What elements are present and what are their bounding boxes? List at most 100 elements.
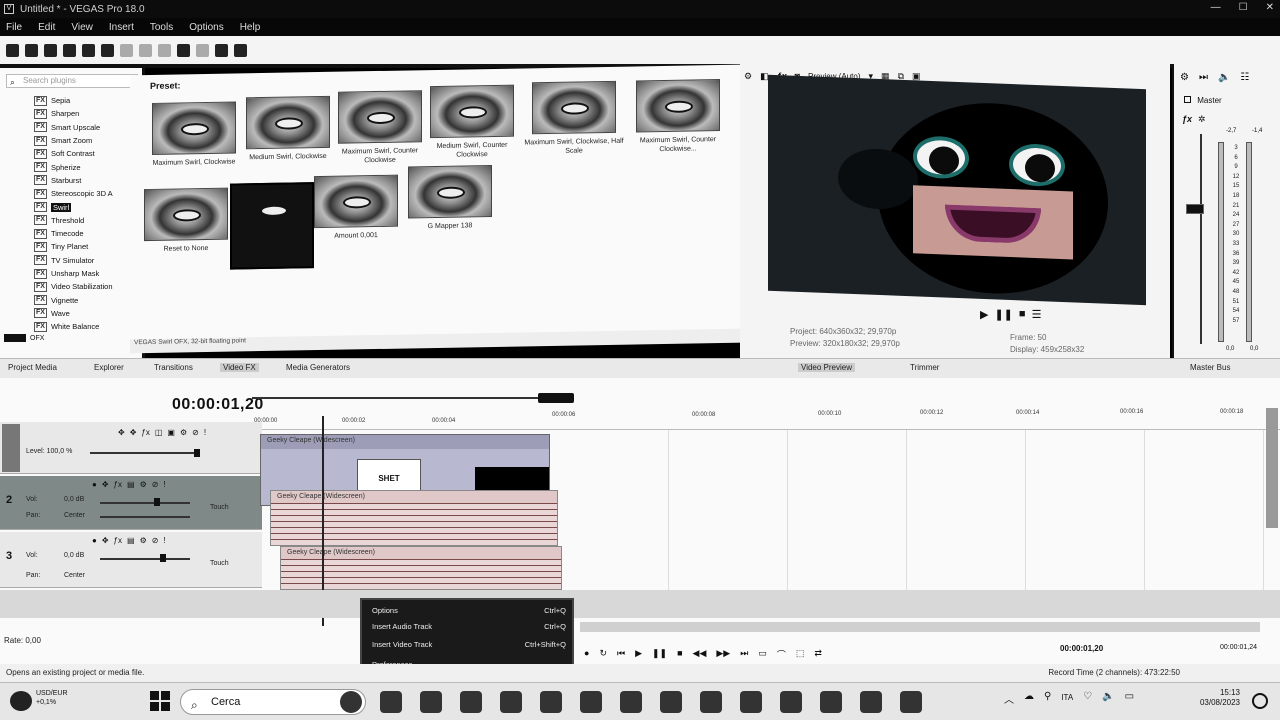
plugin-item[interactable]: FX Timecode	[34, 227, 134, 240]
solo-icon[interactable]: !	[163, 536, 165, 545]
app-icon[interactable]	[660, 691, 682, 713]
chat-icon[interactable]	[340, 691, 362, 713]
edge-icon[interactable]	[500, 691, 522, 713]
preset-thumbnail[interactable]	[144, 187, 228, 242]
mute-icon[interactable]: ⊘	[192, 428, 199, 437]
volume-knob[interactable]	[160, 554, 166, 562]
plugin-item[interactable]: FX Sepia	[34, 94, 134, 107]
render-icon[interactable]	[63, 43, 76, 57]
preset-thumbnail[interactable]	[338, 90, 422, 144]
scroll-thumb[interactable]	[538, 393, 574, 403]
level-knob[interactable]	[194, 449, 200, 457]
mixer-icon[interactable]: ☷	[1240, 72, 1249, 83]
pause-button[interactable]: ❚❚	[994, 308, 1012, 321]
plugin-item[interactable]: FX Wave	[34, 307, 134, 320]
bypass-icon[interactable]: ✥	[130, 428, 137, 437]
track-header-1[interactable]: ✥ ✥ ƒx ◫ ▣ ⚙ ⊘ ! Level: 100,0 %	[0, 422, 262, 474]
stop-button[interactable]: ■	[1019, 308, 1026, 321]
file-explorer-icon[interactable]	[380, 691, 402, 713]
plugin-folder-ofx[interactable]: OFX	[4, 334, 44, 342]
selection-tool-icon[interactable]: ⬚	[796, 648, 805, 661]
chevron-up-icon[interactable]: ︿	[1004, 691, 1014, 706]
play-icon[interactable]: ▶	[635, 648, 642, 661]
record-icon[interactable]: ●	[584, 648, 589, 661]
cut-icon[interactable]	[120, 43, 133, 57]
widgets-button[interactable]: USD/EUR +0,1%	[6, 689, 68, 715]
fx-icon[interactable]: ƒx	[114, 536, 122, 545]
gear-icon[interactable]: ✲	[1198, 114, 1206, 125]
preset-thumbnail[interactable]	[430, 84, 514, 139]
motion-icon[interactable]: ✥	[118, 428, 125, 437]
vertical-scrollbar[interactable]	[1266, 408, 1278, 528]
plugin-item[interactable]: FX Unsharp Mask	[34, 267, 134, 280]
volume-slider[interactable]	[100, 502, 190, 504]
player-icon[interactable]	[860, 691, 882, 713]
menu-insert[interactable]: Insert	[109, 22, 134, 33]
volume-knob[interactable]	[154, 498, 160, 506]
redo-icon[interactable]	[196, 43, 209, 57]
plugin-item[interactable]: FX Starburst	[34, 174, 134, 187]
snap-icon[interactable]	[215, 43, 228, 57]
plugin-item[interactable]: FX Smart Zoom	[34, 134, 134, 147]
auto-ripple-icon[interactable]: ⇄	[814, 648, 822, 661]
notifications-icon[interactable]	[1252, 693, 1268, 709]
tool-icon[interactable]	[234, 43, 247, 57]
plugin-item[interactable]: FX TV Simulator	[34, 254, 134, 267]
volume-icon[interactable]: 🔈	[1102, 691, 1114, 706]
store-icon[interactable]	[580, 691, 602, 713]
menu-item-insert-audio-track[interactable]: Insert Audio Track Ctrl+Q	[372, 622, 566, 631]
usb-icon[interactable]: ⚲	[1044, 691, 1051, 706]
menu-help[interactable]: Help	[240, 22, 261, 33]
arm-record-icon[interactable]: ●	[92, 536, 97, 545]
taskbar-search[interactable]: ⌕ Cerca	[180, 689, 366, 715]
paste-icon[interactable]	[158, 43, 171, 57]
tab-project-media[interactable]: Project Media	[8, 363, 57, 372]
menu-view[interactable]: View	[71, 22, 93, 33]
taskbar-clock[interactable]: 15:13 03/08/2023	[1190, 688, 1240, 708]
preset-thumbnail[interactable]	[246, 95, 330, 150]
menu-options[interactable]: Options	[189, 22, 223, 33]
fx-icon[interactable]: ƒx	[114, 480, 122, 489]
end-icon[interactable]: ⏭	[740, 648, 748, 661]
invert-icon[interactable]: ✥	[102, 536, 109, 545]
crop-icon[interactable]: ▣	[167, 428, 175, 437]
preset-thumbnail[interactable]	[314, 174, 398, 229]
settings-icon[interactable]	[620, 691, 642, 713]
menu-button[interactable]: ☰	[1032, 308, 1042, 321]
plugin-item[interactable]: FX Spherize	[34, 160, 134, 173]
stop-icon[interactable]: ■	[677, 648, 682, 661]
master-checkbox[interactable]	[1184, 96, 1191, 103]
gear-icon[interactable]: ⚙	[140, 480, 147, 489]
plugin-item[interactable]: FX Vignette	[34, 293, 134, 306]
playback-rate[interactable]: Rate: 0,00	[4, 636, 41, 645]
touch-mode[interactable]: Touch	[210, 560, 229, 567]
solo-icon[interactable]: !	[204, 428, 206, 437]
gear-icon[interactable]: ⚙	[744, 71, 752, 82]
plugin-item[interactable]: FX Swirl	[34, 200, 134, 213]
prev-frame-icon[interactable]: ◀◀	[693, 648, 707, 661]
track-header-2[interactable]: 2 ● ✥ ƒx ▤ ⚙ ⊘ ! Vol: 0,0 dB Touch Pan: …	[0, 476, 262, 530]
minimize-button[interactable]: —	[1211, 2, 1221, 13]
preset-thumbnail[interactable]	[636, 79, 720, 133]
tab-master-bus[interactable]: Master Bus	[1190, 363, 1230, 372]
plugin-item[interactable]: FX Smart Upscale	[34, 121, 134, 134]
invert-icon[interactable]: ✥	[102, 480, 109, 489]
tab-transitions[interactable]: Transitions	[154, 363, 193, 372]
gear-icon[interactable]: ⚙	[180, 428, 187, 437]
media-icon[interactable]	[460, 691, 482, 713]
tab-explorer[interactable]: Explorer	[94, 363, 124, 372]
menu-edit[interactable]: Edit	[38, 22, 55, 33]
menu-item-insert-video-track[interactable]: Insert Video Track Ctrl+Shift+Q	[372, 640, 566, 649]
start-button[interactable]	[150, 691, 170, 711]
network-icon[interactable]: ♡	[1083, 691, 1092, 706]
settings-icon[interactable]	[101, 43, 114, 57]
tab-video-fx[interactable]: Video FX	[220, 363, 259, 372]
plugin-item[interactable]: FX Threshold	[34, 214, 134, 227]
audio-clip-1[interactable]: Geeky Cleape (Widescreen)	[270, 490, 558, 546]
envelope-tool-icon[interactable]: ⌒	[777, 648, 786, 661]
copy-icon[interactable]	[139, 43, 152, 57]
preset-thumbnail[interactable]	[408, 165, 492, 219]
composite-icon[interactable]: ◫	[155, 428, 163, 437]
tab-media-generators[interactable]: Media Generators	[286, 363, 350, 372]
phone-icon[interactable]	[740, 691, 762, 713]
